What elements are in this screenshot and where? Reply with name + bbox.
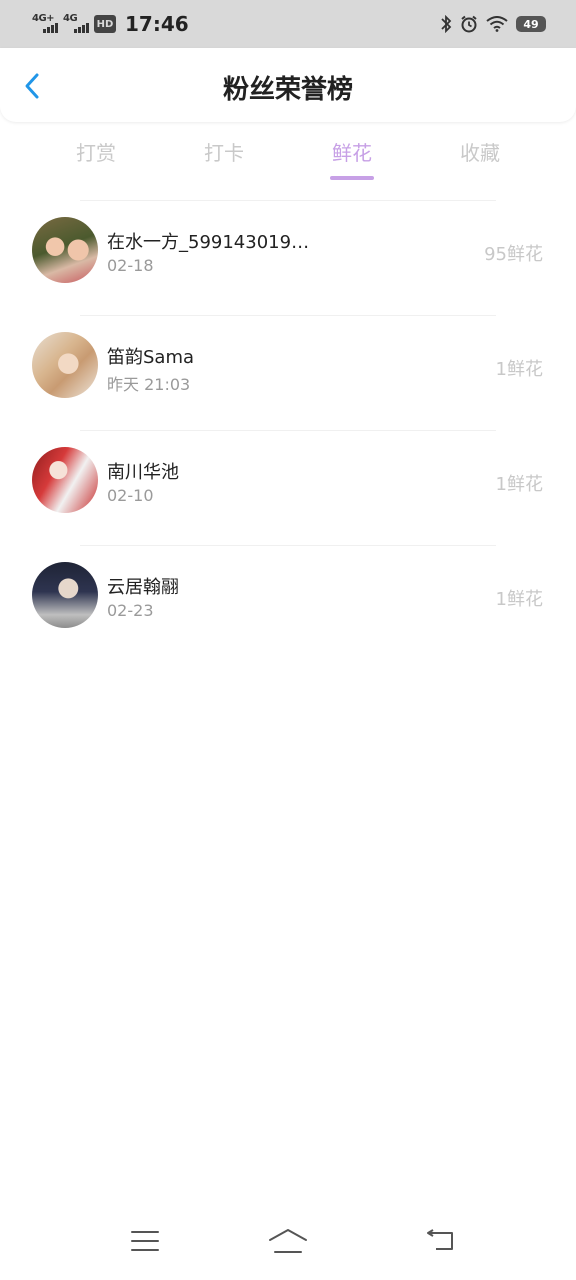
list-item[interactable]: 南川华池 02-10 1鲜花 xyxy=(0,430,576,545)
list-item[interactable]: 在水一方_599143019… 02-18 95鲜花 xyxy=(0,200,576,315)
menu-icon xyxy=(131,1231,159,1251)
fan-date: 02-10 xyxy=(107,486,154,505)
bluetooth-icon xyxy=(441,15,452,33)
back-button[interactable] xyxy=(16,70,48,102)
divider xyxy=(80,200,496,201)
alarm-icon xyxy=(461,15,477,33)
avatar[interactable] xyxy=(32,217,98,283)
tab-label: 鲜花 xyxy=(332,141,372,165)
fan-name: 笛韵Sama xyxy=(107,347,195,368)
chevron-left-icon xyxy=(25,73,39,99)
tab-bar: 打赏 打卡 鲜花 收藏 xyxy=(32,136,544,182)
flower-count: 95鲜花 xyxy=(484,244,543,265)
clock: 17:46 xyxy=(125,12,189,36)
flower-count: 1鲜花 xyxy=(495,359,543,380)
divider xyxy=(80,545,496,546)
battery-icon: 49 xyxy=(516,16,546,32)
signal-4g-plus-icon: 4G+ xyxy=(32,13,58,35)
tab-favorites[interactable]: 收藏 xyxy=(416,136,544,182)
wifi-icon xyxy=(486,16,508,32)
fan-date: 02-23 xyxy=(107,601,154,620)
fan-name: 在水一方_599143019… xyxy=(107,232,310,253)
tab-label: 打赏 xyxy=(76,141,116,165)
hd-voice-icon: HD xyxy=(94,15,116,33)
list-item[interactable]: 笛韵Sama 昨天 21:03 1鲜花 xyxy=(0,315,576,430)
status-right: 49 xyxy=(440,15,546,33)
fan-name: 南川华池 xyxy=(107,462,179,483)
return-icon xyxy=(427,1229,453,1250)
back-nav-button[interactable] xyxy=(416,1224,464,1258)
header: 粉丝荣誉榜 xyxy=(0,48,576,122)
divider xyxy=(80,315,496,316)
signal-4g-icon: 4G xyxy=(63,13,89,35)
active-tab-indicator xyxy=(330,176,374,180)
fan-date: 02-18 xyxy=(107,256,154,275)
tab-reward[interactable]: 打赏 xyxy=(32,136,160,182)
fan-date: 昨天 21:03 xyxy=(107,375,191,394)
status-left: 4G+ 4G HD 17:46 xyxy=(32,12,189,36)
avatar[interactable] xyxy=(32,332,98,398)
home-icon xyxy=(269,1229,307,1253)
tab-checkin[interactable]: 打卡 xyxy=(160,136,288,182)
menu-button[interactable] xyxy=(121,1224,169,1258)
page-title: 粉丝荣誉榜 xyxy=(222,75,353,105)
tab-flowers[interactable]: 鲜花 xyxy=(288,136,416,182)
tab-label: 收藏 xyxy=(460,141,500,165)
fan-name: 云居翰翮 xyxy=(107,577,179,598)
status-bar: 4G+ 4G HD 17:46 49 xyxy=(0,0,576,48)
screen: 4G+ 4G HD 17:46 49 粉丝荣誉榜 打赏 打卡 鲜花 收藏 在水一… xyxy=(0,0,576,1280)
divider xyxy=(80,430,496,431)
flower-count: 1鲜花 xyxy=(495,474,543,495)
home-button[interactable] xyxy=(264,1224,312,1258)
avatar[interactable] xyxy=(32,447,98,513)
avatar[interactable] xyxy=(32,562,98,628)
list-item[interactable]: 云居翰翮 02-23 1鲜花 xyxy=(0,545,576,660)
flower-count: 1鲜花 xyxy=(495,589,543,610)
fan-list: 在水一方_599143019… 02-18 95鲜花 笛韵Sama 昨天 21:… xyxy=(0,200,576,660)
tab-label: 打卡 xyxy=(204,141,244,165)
system-nav-bar xyxy=(0,1220,576,1280)
